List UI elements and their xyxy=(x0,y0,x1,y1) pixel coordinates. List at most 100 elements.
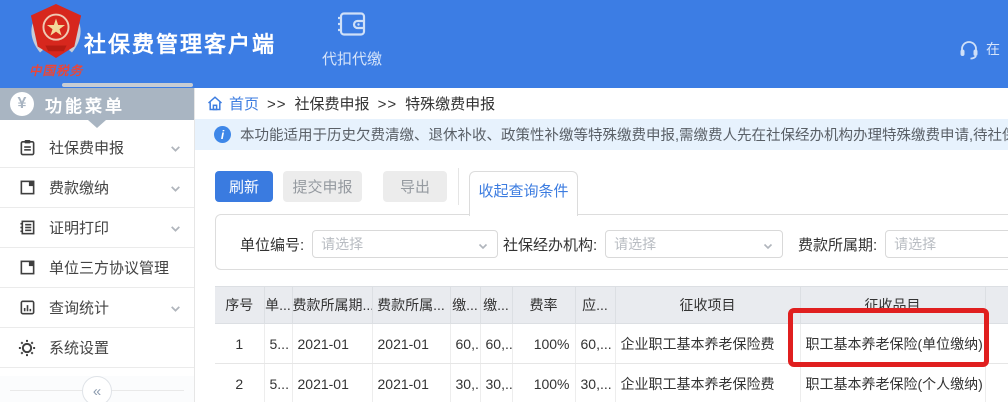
sidebar-item-certificate-print[interactable]: 证明打印 xyxy=(0,208,194,248)
notice-text: 本功能适用于历史欠费清缴、退休补收、政策性补缴等特殊缴费申报,需缴费人先在社保经… xyxy=(240,124,1008,145)
online-service[interactable]: 在 xyxy=(958,38,1000,60)
sidebar-menu: 社保费申报费款缴纳证明打印单位三方协议管理查询统计系统设置 xyxy=(0,128,194,368)
document-icon xyxy=(18,219,36,237)
header-scroll-strip xyxy=(62,83,193,87)
main-content: 首页 >> 社保费申报 >> 特殊缴费申报 i 本功能适用于历史欠费清缴、退休补收、政… xyxy=(195,88,1008,402)
table-cell xyxy=(985,364,1008,402)
filter-agency: 社保经办机构: 请选择 xyxy=(503,230,783,258)
book-icon xyxy=(18,259,36,277)
submit-declaration-button[interactable]: 提交申报 xyxy=(283,171,362,202)
sidebar-collapse-button[interactable]: « xyxy=(82,376,112,402)
column-header: 费款所属... xyxy=(372,287,450,324)
sidebar-item-query-statistics[interactable]: 查询统计 xyxy=(0,288,194,328)
sidebar-item-label: 系统设置 xyxy=(49,337,109,358)
table-cell: 2021-01 xyxy=(292,364,372,402)
table-cell: 100% xyxy=(512,364,575,402)
table-row[interactable]: 25...2021-012021-0130,...30,...100%30,..… xyxy=(215,364,1008,402)
table-cell: 5... xyxy=(264,324,292,364)
column-header: 费率 xyxy=(512,287,575,324)
data-table-wrap: 序号单...费款所属期...费款所属...缴...缴...费率应...征收项目征… xyxy=(215,286,1008,402)
agency-label: 社保经办机构: xyxy=(503,234,597,255)
sidebar-item-payment[interactable]: 费款缴纳 xyxy=(0,168,194,208)
breadcrumb-item[interactable]: 特殊缴费申报 xyxy=(405,96,495,113)
gear-icon xyxy=(18,339,36,357)
chevron-down-icon xyxy=(169,222,182,240)
collapse-query-tab[interactable]: 收起查询条件 xyxy=(469,171,578,216)
sidebar-title: 功能菜单 xyxy=(45,92,125,117)
sidebar-item-system-settings[interactable]: 系统设置 xyxy=(0,328,194,368)
select-placeholder: 请选择 xyxy=(894,234,936,254)
agency-select[interactable]: 请选择 xyxy=(605,230,783,258)
sidebar-header: ¥ 功能菜单 xyxy=(0,88,194,120)
online-service-label: 在 xyxy=(986,39,1000,59)
column-header: 征... xyxy=(985,287,1008,324)
breadcrumb-home[interactable]: 首页 xyxy=(229,93,259,114)
table-cell xyxy=(985,324,1008,364)
refresh-button[interactable]: 刷新 xyxy=(215,171,273,202)
sidebar-item-label: 证明打印 xyxy=(49,217,109,238)
logo-caption: 中国税务 xyxy=(20,60,92,79)
chart-icon xyxy=(18,299,36,317)
column-header: 征收项目 xyxy=(615,287,800,324)
table-cell: 企业职工基本养老保险费 xyxy=(615,364,800,402)
table-cell: 30,... xyxy=(480,364,512,402)
book-icon xyxy=(18,179,36,197)
sidebar-item-label: 单位三方协议管理 xyxy=(49,257,169,278)
table-cell: 30,... xyxy=(575,364,615,402)
export-button[interactable]: 导出 xyxy=(383,171,447,202)
nav-withhold-remit[interactable]: 代扣代缴 xyxy=(310,10,394,69)
wallet-icon xyxy=(336,10,368,38)
toolbar-divider xyxy=(458,168,459,205)
table-cell: 60,... xyxy=(450,324,480,364)
home-icon xyxy=(207,96,223,111)
breadcrumb: 首页 >> 社保费申报 >> 特殊缴费申报 xyxy=(195,88,1008,119)
sidebar: ¥ 功能菜单 社保费申报费款缴纳证明打印单位三方协议管理查询统计系统设置 « xyxy=(0,88,195,402)
sidebar-item-tripartite-agreement[interactable]: 单位三方协议管理 xyxy=(0,248,194,288)
sidebar-footer: « xyxy=(0,376,194,402)
column-header: 单... xyxy=(264,287,292,324)
clipboard-icon xyxy=(18,139,36,157)
select-placeholder: 请选择 xyxy=(614,234,656,254)
sidebar-item-label: 社保费申报 xyxy=(49,137,124,158)
column-header: 费款所属期... xyxy=(292,287,372,324)
column-header: 征收品目 xyxy=(800,287,985,324)
table-cell: 5... xyxy=(264,364,292,402)
breadcrumb-separator: >> xyxy=(378,96,398,113)
data-table: 序号单...费款所属期...费款所属...缴...缴...费率应...征收项目征… xyxy=(215,286,1008,402)
headset-icon xyxy=(958,38,980,60)
breadcrumb-trail: >> 社保费申报 >> 特殊缴费申报 xyxy=(259,93,495,114)
filter-unit-number: 单位编号:请选择 xyxy=(240,230,498,258)
table-cell: 2021-01 xyxy=(372,324,450,364)
table-cell: 2021-01 xyxy=(292,324,372,364)
table-cell: 职工基本养老保险(个人缴纳) xyxy=(800,364,985,402)
table-row[interactable]: 15...2021-012021-0160,...60,...100%60,..… xyxy=(215,324,1008,364)
chevron-down-icon xyxy=(169,302,182,320)
filter-fee-period: 费款所属期:请选择 xyxy=(798,230,1008,258)
unit-number-select[interactable]: 请选择 xyxy=(312,230,498,258)
table-cell: 60,... xyxy=(575,324,615,364)
chevron-down-icon xyxy=(762,239,774,257)
table-cell: 1 xyxy=(215,324,264,364)
app-title: 社保费管理客户端 xyxy=(84,27,276,59)
table-cell: 60,... xyxy=(480,324,512,364)
column-header: 缴... xyxy=(480,287,512,324)
sidebar-item-label: 查询统计 xyxy=(49,297,109,318)
chevron-down-icon xyxy=(169,142,182,160)
sidebar-item-label: 费款缴纳 xyxy=(49,177,109,198)
sidebar-header-pointer xyxy=(88,120,106,128)
column-header: 应... xyxy=(575,287,615,324)
column-header: 序号 xyxy=(215,287,264,324)
info-icon: i xyxy=(214,126,231,143)
chevron-down-icon xyxy=(169,182,182,200)
chevron-down-icon xyxy=(477,239,489,257)
fee-period-select[interactable]: 请选择 xyxy=(885,230,1008,258)
breadcrumb-item[interactable]: 社保费申报 xyxy=(295,96,370,113)
tax-emblem-logo: 中国税务 xyxy=(20,3,92,79)
sidebar-item-declare[interactable]: 社保费申报 xyxy=(0,128,194,168)
breadcrumb-separator: >> xyxy=(267,96,287,113)
yen-icon: ¥ xyxy=(10,92,34,116)
table-cell: 30,... xyxy=(450,364,480,402)
tax-emblem-icon xyxy=(27,3,85,59)
table-cell: 2 xyxy=(215,364,264,402)
table-header-row: 序号单...费款所属期...费款所属...缴...缴...费率应...征收项目征… xyxy=(215,287,1008,324)
